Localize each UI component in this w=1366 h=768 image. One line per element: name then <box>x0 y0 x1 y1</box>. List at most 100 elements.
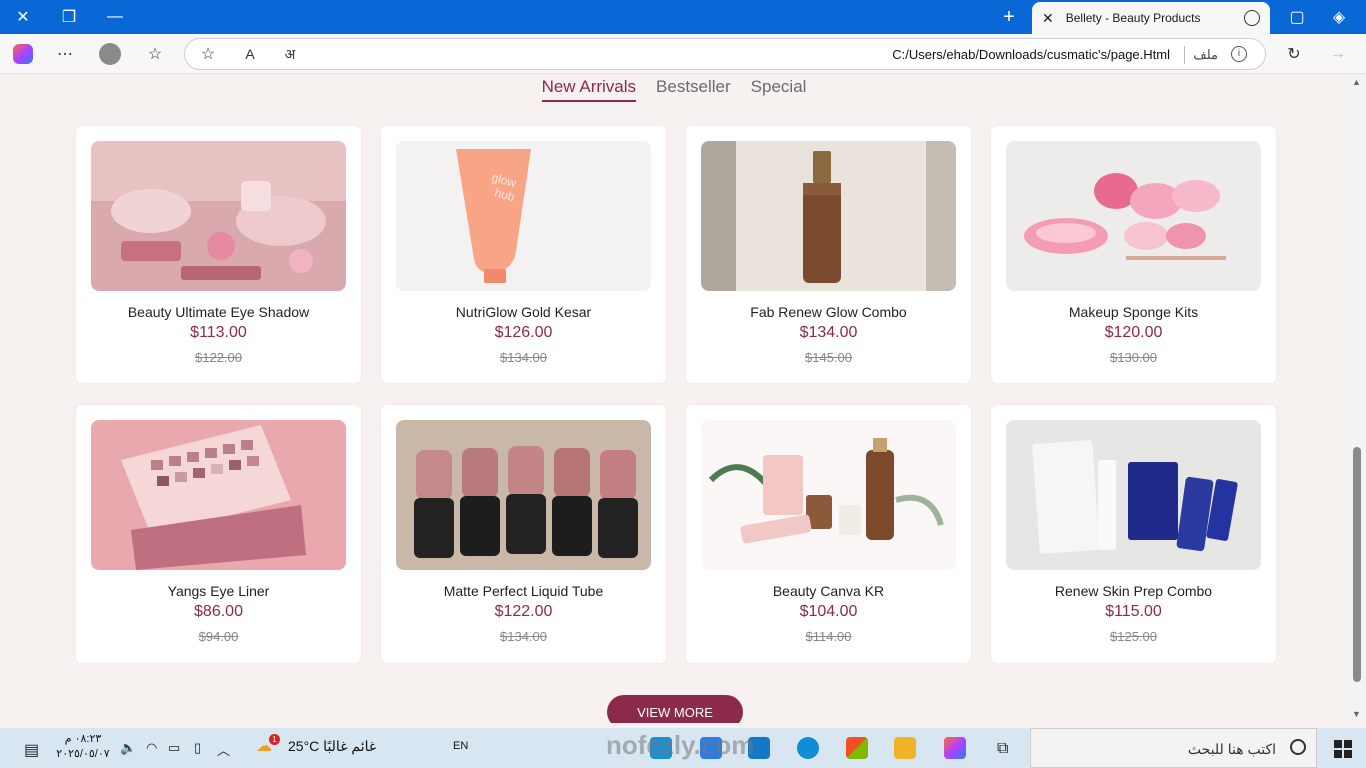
browser-tab[interactable]: ✕ Bellety - Beauty Products <box>1032 2 1270 34</box>
info-icon[interactable]: i <box>1231 46 1247 62</box>
product-name[interactable]: NutriGlow Gold Kesar <box>381 304 666 320</box>
clock-date: ٢٠٢٥/٠٥/٠٧ <box>56 748 110 760</box>
product-image[interactable] <box>701 141 956 291</box>
clock[interactable]: ٠٨:٢٣ م ٢٠٢٥/٠٥/٠٧ <box>52 732 114 762</box>
product-card[interactable]: Beauty Canva KR $104.00 $114.00 <box>686 405 971 663</box>
product-name[interactable]: Matte Perfect Liquid Tube <box>381 583 666 599</box>
product-card[interactable]: Beauty Ultimate Eye Shadow $113.00 $122.… <box>76 126 361 383</box>
product-image[interactable] <box>1006 420 1261 570</box>
device-icon[interactable]: ▯ <box>194 740 201 756</box>
product-name[interactable]: Beauty Ultimate Eye Shadow <box>76 304 361 320</box>
show-hidden-icons[interactable]: ︿ <box>217 740 230 759</box>
weather-badge: 1 <box>269 734 280 745</box>
file-explorer-icon[interactable] <box>894 737 916 759</box>
battery-icon[interactable]: ▭ <box>168 740 180 756</box>
nip-fab-products-image <box>1006 420 1261 570</box>
product-old-price: $114.00 <box>805 629 852 644</box>
product-price: $86.00 <box>194 603 243 620</box>
product-price: $104.00 <box>799 603 858 620</box>
product-name[interactable]: Yangs Eye Liner <box>76 583 361 599</box>
pink-makeup-flatlay-image <box>91 141 346 291</box>
tab-bestseller[interactable]: Bestseller <box>656 75 731 102</box>
foundation-bottle-image <box>701 141 956 291</box>
close-window-button[interactable]: ✕ <box>0 0 46 34</box>
eyeshadow-palette-image <box>91 420 346 570</box>
workspaces-icon[interactable]: ◈ <box>1316 0 1362 34</box>
tab-new-arrivals[interactable]: New Arrivals <box>541 75 637 102</box>
product-image[interactable]: glow hub <box>396 141 651 291</box>
product-card[interactable]: Yangs Eye Liner $86.00 $94.00 <box>76 405 361 663</box>
scroll-down-icon[interactable]: ▼ <box>1352 709 1361 719</box>
minimize-window-button[interactable]: — <box>92 0 138 34</box>
close-tab-icon[interactable]: ✕ <box>1042 10 1054 27</box>
scrollbar-thumb[interactable] <box>1353 447 1361 682</box>
product-old-price: $125.00 <box>1110 629 1157 644</box>
product-image[interactable] <box>91 420 346 570</box>
product-name[interactable]: Renew Skin Prep Combo <box>991 583 1276 599</box>
file-label: ملف <box>1193 47 1218 62</box>
product-old-price: $134.00 <box>500 350 547 365</box>
new-tab-button[interactable]: + <box>986 0 1032 34</box>
product-price: $134.00 <box>799 324 858 341</box>
product-old-price: $94.00 <box>198 629 239 644</box>
product-card[interactable]: Fab Renew Glow Combo $134.00 $145.00 <box>686 126 971 383</box>
product-price: $120.00 <box>1104 324 1163 341</box>
windows-start-icon[interactable] <box>1334 740 1352 758</box>
tab-actions-icon[interactable]: ▢ <box>1274 0 1320 34</box>
refresh-icon[interactable]: ↻ <box>1281 42 1307 66</box>
add-favorite-icon[interactable]: ☆ <box>195 42 221 66</box>
product-name[interactable]: Beauty Canva KR <box>686 583 971 599</box>
profile-avatar[interactable] <box>97 42 123 66</box>
vertical-scrollbar[interactable]: ▲ ▼ <box>1348 75 1366 723</box>
product-old-price: $122.00 <box>195 350 242 365</box>
weather-text[interactable]: 25°C غائم غالبًا <box>288 738 376 755</box>
url-text[interactable]: C:/Users/ehab/Downloads/cusmatic's/page.… <box>892 47 1170 62</box>
product-image[interactable] <box>701 420 956 570</box>
product-old-price: $134.00 <box>500 629 547 644</box>
read-aloud-icon[interactable]: A <box>237 42 263 66</box>
restore-window-button[interactable]: ❐ <box>46 0 92 34</box>
search-icon <box>1290 739 1306 755</box>
edge-icon[interactable] <box>797 737 819 759</box>
web-page: New Arrivals Bestseller Special Beauty U… <box>0 75 1348 723</box>
product-price: $126.00 <box>494 324 553 341</box>
more-options-icon[interactable]: ⋯ <box>52 42 78 66</box>
favorites-icon[interactable]: ☆ <box>142 42 168 66</box>
product-old-price: $145.00 <box>805 350 852 365</box>
product-grid: Beauty Ultimate Eye Shadow $113.00 $122.… <box>76 126 1276 663</box>
product-card[interactable]: Makeup Sponge Kits $120.00 $130.00 <box>991 126 1276 383</box>
copilot-icon[interactable] <box>10 42 36 66</box>
language-indicator[interactable]: EN <box>453 740 468 752</box>
product-name[interactable]: Fab Renew Glow Combo <box>686 304 971 320</box>
product-old-price: $130.00 <box>1110 350 1157 365</box>
product-name[interactable]: Makeup Sponge Kits <box>991 304 1276 320</box>
tab-special[interactable]: Special <box>751 75 807 102</box>
scroll-up-icon[interactable]: ▲ <box>1352 77 1361 87</box>
translate-icon[interactable]: अ <box>277 42 303 66</box>
view-more-button[interactable]: VIEW MORE <box>607 695 743 723</box>
address-bar[interactable]: ☆ A अ C:/Users/ehab/Downloads/cusmatic's… <box>184 38 1266 70</box>
product-card[interactable]: Matte Perfect Liquid Tube $122.00 $134.0… <box>381 405 666 663</box>
store-icon[interactable] <box>846 737 868 759</box>
notifications-icon[interactable]: ▤ <box>24 740 39 760</box>
product-price: $113.00 <box>190 324 247 341</box>
product-image[interactable] <box>1006 141 1261 291</box>
volume-icon[interactable]: 🔈 <box>120 740 136 756</box>
cosmetics-illustration-image <box>701 420 956 570</box>
task-view-icon[interactable]: ⧉ <box>997 740 1008 758</box>
product-card[interactable]: glow hub NutriGlow Gold Kesar $126.00 $1… <box>381 126 666 383</box>
copilot-taskbar-icon[interactable] <box>944 737 966 759</box>
forward-icon[interactable]: → <box>1325 42 1351 66</box>
tab-title: Bellety - Beauty Products <box>1065 11 1201 25</box>
product-image[interactable] <box>396 420 651 570</box>
product-card[interactable]: Renew Skin Prep Combo $115.00 $125.00 <box>991 405 1276 663</box>
globe-icon <box>1244 10 1260 26</box>
product-image[interactable] <box>91 141 346 291</box>
search-placeholder: اكتب هنا للبحث <box>1187 741 1276 757</box>
taskbar-search[interactable]: اكتب هنا للبحث <box>1030 728 1317 768</box>
browser-toolbar: ⋯ ☆ ☆ A अ C:/Users/ehab/Downloads/cusmat… <box>0 34 1366 74</box>
address-divider <box>1184 46 1185 64</box>
wifi-icon[interactable]: ◠ <box>146 740 157 756</box>
clock-time: ٠٨:٢٣ م <box>64 733 102 745</box>
watermark-text: nofezly.com <box>606 730 755 760</box>
